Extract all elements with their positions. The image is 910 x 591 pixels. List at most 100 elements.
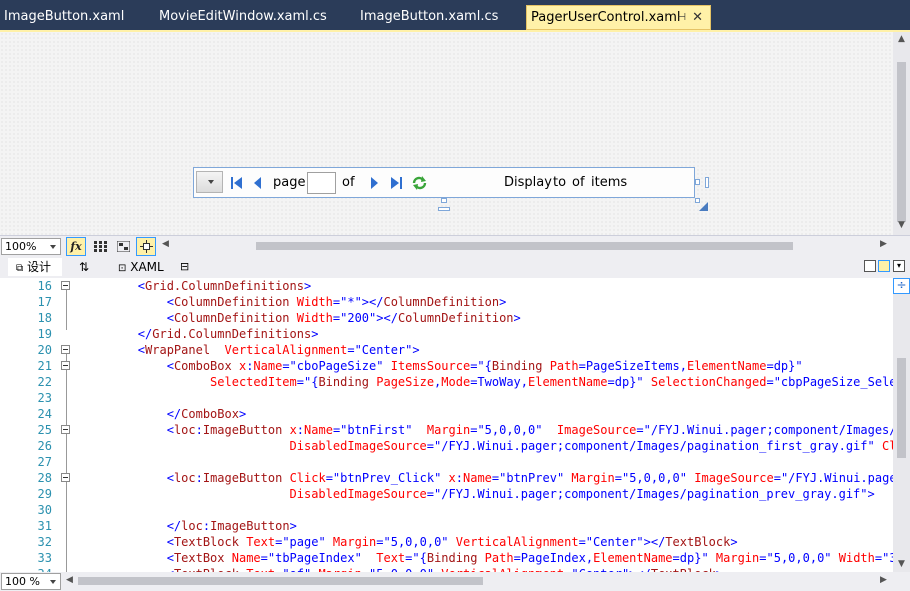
code-text: <ColumnDefinition Width="*"></ColumnDefi… [166, 295, 507, 309]
collapse-pane-button[interactable]: ▾ [893, 260, 905, 272]
horizontal-split-button[interactable] [878, 260, 890, 272]
line-number: 27 [37, 455, 52, 469]
line-number: 19 [37, 327, 52, 341]
display-label: Display [504, 175, 552, 190]
collapse-icon[interactable] [61, 281, 70, 290]
tab-label: MovieEditWindow.xaml.cs [159, 9, 327, 24]
code-text: SelectedItem="{Binding PageSize,Mode=Two… [210, 375, 893, 389]
tab-design[interactable]: ⧉ 设计 [8, 258, 62, 276]
resize-handle-right[interactable] [695, 179, 700, 185]
split-editor-icon[interactable]: ÷ [893, 278, 910, 294]
split-view-tabs: ⧉ 设计 ⇅ ⊡ XAML ⊟ ▾ [0, 256, 910, 278]
line-number: 32 [37, 535, 52, 549]
tab-pagerusercontrol-xaml[interactable]: PagerUserControl.xaml ⊣ ✕ [526, 5, 711, 30]
code-text: <Grid.ColumnDefinitions> [137, 279, 312, 293]
scroll-right-icon[interactable]: ▶ [880, 575, 887, 585]
designer-horizontal-scrollbar[interactable] [176, 239, 876, 253]
editor-horizontal-scrollbar[interactable] [78, 574, 878, 588]
tab-imagebutton-xaml-cs[interactable]: ImageButton.xaml.cs [356, 5, 524, 30]
snap-icon [139, 240, 153, 253]
next-page-icon[interactable] [369, 175, 379, 191]
line-number: 20 [37, 343, 52, 357]
pin-icon[interactable]: ⊣ [677, 6, 686, 30]
line-number: 31 [37, 519, 52, 533]
first-page-icon[interactable] [230, 175, 244, 191]
scroll-right-icon[interactable]: ▶ [880, 239, 887, 249]
code-line[interactable]: 24 </ComboBox> [0, 406, 893, 422]
xaml-view-icon: ⊡ [118, 263, 127, 274]
resize-handle-bottom[interactable] [441, 198, 447, 203]
collapse-icon[interactable] [61, 425, 70, 434]
tab-movieeditwindow-xaml-cs[interactable]: MovieEditWindow.xaml.cs [155, 5, 350, 30]
line-number: 24 [37, 407, 52, 421]
swap-panes-button[interactable]: ⇅ [79, 258, 99, 276]
artboard-background-button[interactable] [113, 237, 133, 256]
code-line[interactable]: 21 <ComboBox x:Name="cboPageSize" ItemsS… [0, 358, 893, 374]
code-line[interactable]: 29 DisabledImageSource="/FYJ.Winui.pager… [0, 486, 893, 502]
code-line[interactable]: 17 <ColumnDefinition Width="*"></ColumnD… [0, 294, 893, 310]
scroll-down-icon[interactable]: ▼ [898, 559, 905, 569]
xaml-code-editor[interactable]: 16 <Grid.ColumnDefinitions> 17 <ColumnDef… [0, 278, 893, 572]
line-number: 26 [37, 439, 52, 453]
code-line[interactable]: 26 DisabledImageSource="/FYJ.Winui.pager… [0, 438, 893, 454]
scroll-down-icon[interactable]: ▼ [898, 220, 905, 230]
resize-grip-icon[interactable] [699, 202, 709, 212]
code-line[interactable]: 20 <WrapPanel VerticalAlignment="Center"… [0, 342, 893, 358]
row-handle[interactable] [438, 207, 450, 211]
code-line[interactable]: 19 </Grid.ColumnDefinitions> [0, 326, 893, 342]
code-text: DisabledImageSource="/FYJ.Winui.pager;co… [289, 487, 875, 501]
formula-button[interactable]: fx [66, 237, 86, 256]
code-text: <loc:ImageButton x:Name="btnFirst" Margi… [166, 423, 893, 437]
code-text: </Grid.ColumnDefinitions> [137, 327, 319, 341]
last-page-icon[interactable] [390, 175, 404, 191]
close-icon[interactable]: ✕ [692, 6, 703, 30]
code-line[interactable]: 28 <loc:ImageButton Click="btnPrev_Click… [0, 470, 893, 486]
code-line[interactable]: 27 [0, 454, 893, 470]
tab-xaml[interactable]: ⊡ XAML [118, 258, 174, 276]
code-line[interactable]: 30 [0, 502, 893, 518]
code-line[interactable]: 22 SelectedItem="{Binding PageSize,Mode=… [0, 374, 893, 390]
designer-zoom-combobox[interactable]: 100% [1, 238, 61, 255]
page-size-combobox[interactable] [196, 171, 223, 193]
design-surface[interactable] [0, 32, 893, 235]
tab-xaml-label: XAML [130, 260, 164, 274]
line-number: 17 [37, 295, 52, 309]
snap-toggle-button[interactable] [136, 237, 156, 256]
scroll-thumb[interactable] [256, 242, 793, 250]
editor-vertical-scrollbar[interactable]: ▼ [893, 278, 910, 572]
prev-page-icon[interactable] [253, 175, 263, 191]
collapse-icon[interactable] [61, 473, 70, 482]
pager-control-preview[interactable]: page of Display to of items [193, 167, 695, 198]
line-number: 21 [37, 359, 52, 373]
collapse-icon[interactable] [61, 361, 70, 370]
scroll-left-icon[interactable]: ◀ [162, 239, 169, 249]
code-line[interactable]: 16 <Grid.ColumnDefinitions> [0, 278, 893, 294]
grid-toggle-button[interactable] [90, 237, 110, 256]
fx-label: fx [70, 240, 82, 253]
code-line[interactable]: 32 <TextBlock Text="page" Margin="5,0,0,… [0, 534, 893, 550]
code-line[interactable]: 23 [0, 390, 893, 406]
of-label: of [342, 175, 355, 190]
vertical-split-button[interactable] [864, 260, 876, 272]
collapse-icon[interactable] [61, 345, 70, 354]
scroll-thumb[interactable] [897, 358, 906, 458]
page-index-textbox[interactable] [307, 172, 336, 194]
designer-vertical-scrollbar[interactable]: ▲ ▼ [893, 32, 910, 235]
refresh-icon[interactable] [411, 175, 428, 191]
code-line[interactable]: 18 <ColumnDefinition Width="200"></Colum… [0, 310, 893, 326]
tab-label: PagerUserControl.xaml [531, 10, 681, 25]
popout-xaml-button[interactable]: ⊟ [180, 258, 196, 276]
scroll-thumb[interactable] [897, 62, 906, 222]
designer-toolbar: 100% fx ◀ ▶ [0, 235, 910, 256]
tab-imagebutton-xaml[interactable]: ImageButton.xaml [0, 5, 150, 30]
column-handle[interactable] [705, 177, 709, 188]
code-line[interactable]: 31 </loc:ImageButton> [0, 518, 893, 534]
scroll-left-icon[interactable]: ◀ [66, 575, 73, 585]
code-line[interactable]: 25 <loc:ImageButton x:Name="btnFirst" Ma… [0, 422, 893, 438]
scroll-up-icon[interactable]: ▲ [898, 34, 905, 44]
code-line[interactable]: 33 <TextBox Name="tbPageIndex" Text="{Bi… [0, 550, 893, 566]
items-label: items [591, 175, 628, 190]
chevron-down-icon [208, 180, 214, 184]
scroll-thumb[interactable] [78, 577, 483, 585]
editor-zoom-combobox[interactable]: 100 % [1, 573, 61, 590]
